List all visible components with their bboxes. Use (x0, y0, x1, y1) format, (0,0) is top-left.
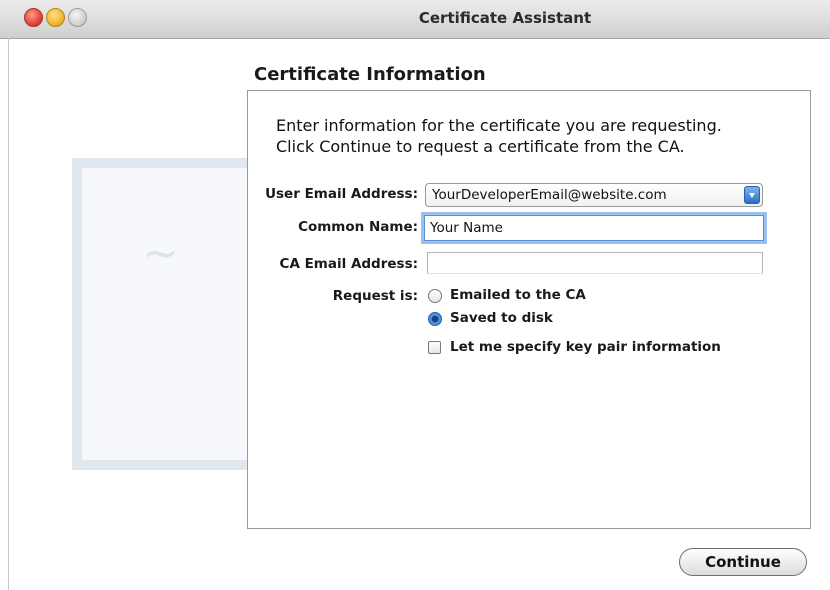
common-name-label: Common Name: (298, 219, 418, 235)
request-is-label: Request is: (332, 288, 418, 304)
radio-label-saved: Saved to disk (450, 310, 553, 326)
user-email-label: User Email Address: (265, 186, 418, 202)
dropdown-arrow-icon[interactable] (744, 186, 760, 204)
continue-button[interactable]: Continue (679, 548, 807, 576)
window-left-border (8, 38, 9, 590)
certificate-assistant-window: Certificate Assistant ~ Certificate Info… (0, 0, 830, 590)
section-heading: Certificate Information (254, 64, 486, 85)
instructions-text: Enter information for the certificate yo… (276, 115, 796, 157)
radio-button-selected[interactable] (428, 312, 442, 326)
user-email-select[interactable]: YourDeveloperEmail@website.com (425, 183, 763, 207)
window-title: Certificate Assistant (418, 9, 592, 27)
instructions-line-2: Click Continue to request a certificate … (276, 137, 685, 156)
certificate-script-decoration: ~ (142, 228, 179, 279)
radio-button[interactable] (428, 289, 442, 303)
instructions-line-1: Enter information for the certificate yo… (276, 116, 722, 135)
user-email-value: YourDeveloperEmail@website.com (432, 187, 667, 203)
title-bar[interactable]: Certificate Assistant (0, 0, 830, 39)
ca-email-input[interactable] (427, 252, 763, 274)
radio-label-emailed: Emailed to the CA (450, 287, 586, 303)
common-name-input[interactable] (424, 215, 764, 241)
key-pair-checkbox[interactable] (428, 341, 441, 354)
key-pair-label: Let me specify key pair information (450, 339, 721, 355)
ca-email-label: CA Email Address: (279, 256, 418, 272)
